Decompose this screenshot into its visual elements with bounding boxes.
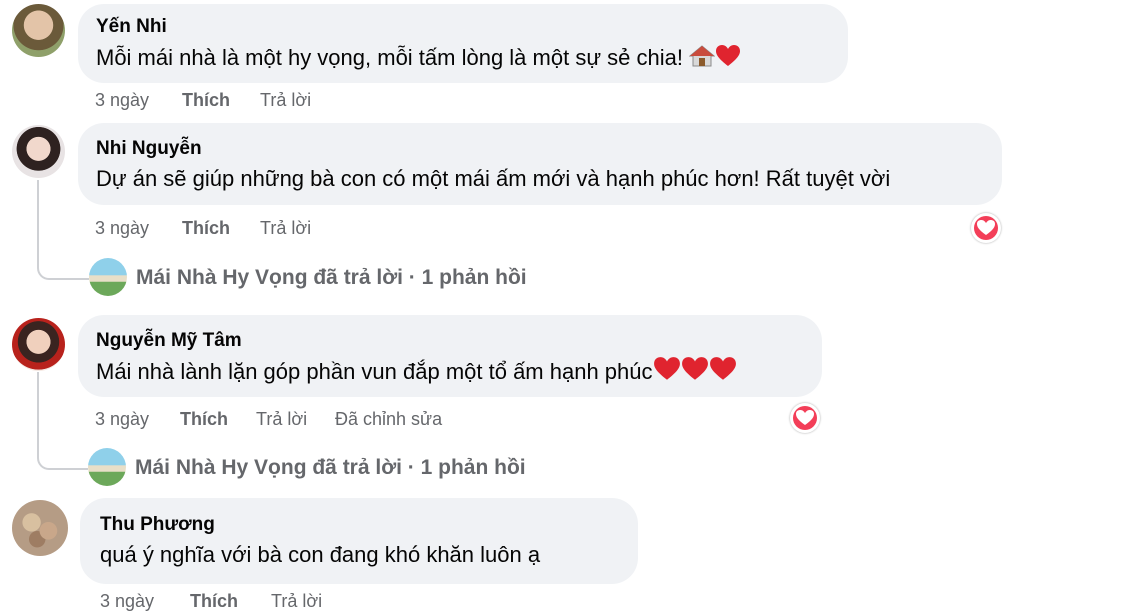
comment-author[interactable]: Nhi Nguyễn: [96, 138, 202, 160]
comment-author[interactable]: Thu Phương: [100, 514, 215, 536]
avatar[interactable]: [12, 500, 68, 556]
comment-bubble: [78, 123, 1002, 205]
comment-time[interactable]: 3 ngày: [100, 591, 154, 612]
comment-text-content: Mái nhà lành lặn góp phần vun đắp một tổ…: [96, 359, 653, 384]
comment-text: quá ý nghĩa với bà con đang khó khăn luô…: [100, 542, 541, 567]
reply-button[interactable]: Trả lời: [256, 409, 307, 430]
comment-time[interactable]: 3 ngày: [95, 409, 149, 430]
like-button[interactable]: Thích: [182, 90, 230, 111]
avatar[interactable]: [12, 4, 65, 57]
comment-text: Dự án sẽ giúp những bà con có một mái ấm…: [96, 166, 891, 191]
love-reaction-icon[interactable]: [971, 213, 1001, 243]
comment-text: Mái nhà lành lặn góp phần vun đắp một tổ…: [96, 356, 737, 388]
like-button[interactable]: Thích: [180, 409, 228, 430]
avatar[interactable]: [12, 318, 65, 371]
like-button[interactable]: Thích: [182, 218, 230, 239]
reply-button[interactable]: Trả lời: [260, 90, 311, 111]
red-heart-emoji-icon: [709, 356, 737, 388]
comment-bubble: [80, 498, 638, 584]
comment-text-content: Mỗi mái nhà là một hy vọng, mỗi tấm lòng…: [96, 45, 683, 70]
reply-button[interactable]: Trả lời: [271, 591, 322, 612]
avatar[interactable]: [12, 125, 65, 178]
love-reaction-icon[interactable]: [790, 403, 820, 433]
comment-author[interactable]: Yến Nhi: [96, 16, 167, 38]
page-avatar[interactable]: [89, 258, 127, 296]
like-button[interactable]: Thích: [190, 591, 238, 612]
view-replies-link[interactable]: Mái Nhà Hy Vọng đã trả lời · 1 phản hồi: [136, 266, 527, 290]
page-avatar[interactable]: [88, 448, 126, 486]
reply-thread-line: [37, 372, 88, 470]
house-emoji-icon: [688, 44, 716, 74]
red-heart-emoji-icon: [681, 356, 709, 388]
comment-time[interactable]: 3 ngày: [95, 90, 149, 111]
comment-author[interactable]: Nguyễn Mỹ Tâm: [96, 330, 242, 352]
view-replies-link[interactable]: Mái Nhà Hy Vọng đã trả lời · 1 phản hồi: [135, 456, 526, 480]
reply-thread-line: [37, 180, 89, 280]
edited-label: Đã chỉnh sửa: [335, 409, 443, 429]
red-heart-emoji-icon: [715, 44, 741, 74]
comment-time[interactable]: 3 ngày: [95, 218, 149, 239]
comment-text: Mỗi mái nhà là một hy vọng, mỗi tấm lòng…: [96, 44, 741, 74]
reply-button[interactable]: Trả lời: [260, 218, 311, 239]
red-heart-emoji-icon: [653, 356, 681, 388]
